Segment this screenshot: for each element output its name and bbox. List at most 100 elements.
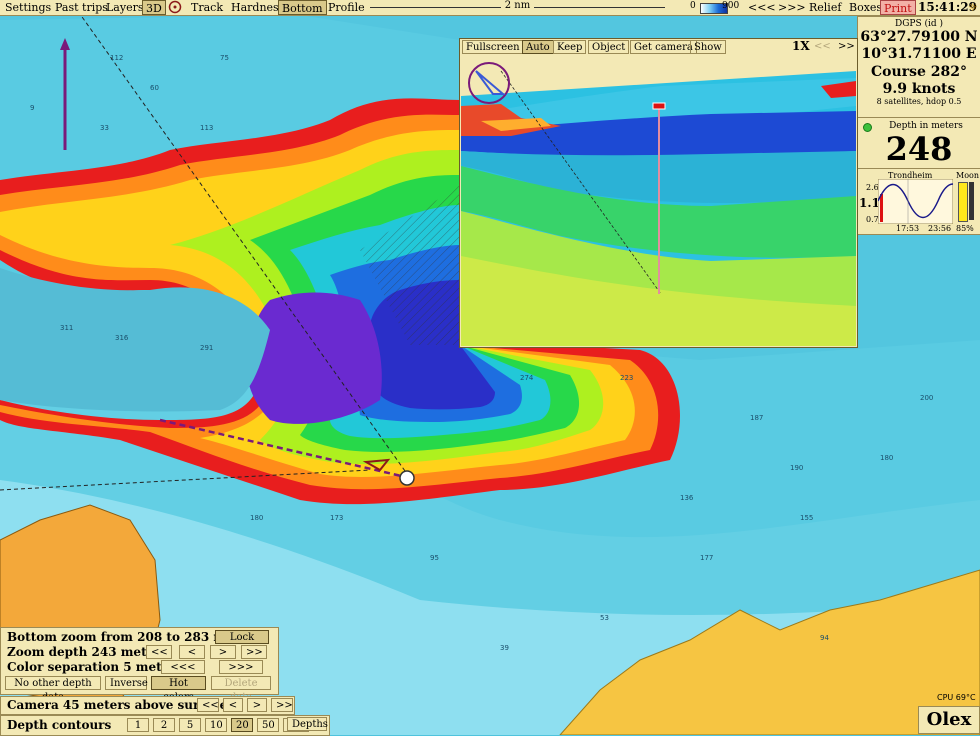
next-button[interactable]: >>> [775,0,809,15]
olex-logo[interactable]: Olex [918,706,980,734]
svg-text:200: 200 [920,394,933,402]
moon-label: Moon [956,171,979,180]
view3d-scene[interactable] [461,56,856,346]
svg-text:112: 112 [110,54,123,62]
sun-icon: ☼ [968,1,978,14]
gps-course: Course 282° [871,64,967,80]
svg-text:136: 136 [680,494,694,502]
tide-max: 2.6 [866,183,879,192]
view3d-window[interactable]: Fullscreen Auto Keep Object Get camera S… [459,38,858,348]
gps-panel: DGPS (id ) 63°27.79100 N 10°31.71100 E C… [857,16,980,118]
camera-fast-up[interactable]: >> [271,698,293,712]
prev-button[interactable]: <<< [745,0,779,15]
color-sep-more[interactable]: >>> [219,660,263,674]
contour-1[interactable]: 1 [127,718,149,732]
color-sep-text: Color separation 5 meters [7,660,183,674]
contour-10[interactable]: 10 [205,718,227,732]
svg-text:311: 311 [60,324,73,332]
scale-bar: 2 nm [370,0,665,15]
contour-50[interactable]: 50 [257,718,279,732]
svg-text:223: 223 [620,374,633,382]
svg-text:316: 316 [115,334,129,342]
depth-min: 0 [690,1,696,11]
depths-button[interactable]: Depths [287,717,328,731]
scale-label: 2 nm [500,0,535,11]
top-toolbar: Settings Past trips Layers 3D Track Hard… [0,0,980,16]
svg-text:113: 113 [200,124,213,132]
moon-phase-icon [969,182,974,220]
contour-5[interactable]: 5 [179,718,201,732]
zoom-depth-fast-up[interactable]: >> [241,645,267,659]
svg-text:39: 39 [500,644,509,652]
zoom-depth-fast-down[interactable]: << [146,645,172,659]
object-button[interactable]: Object [588,40,630,54]
inverse-button[interactable]: Inverse [105,676,148,690]
relief-button[interactable]: Relief [806,0,844,15]
mode-3d-button[interactable]: 3D [142,0,166,15]
gps-satellites: 8 satellites, hdop 0.5 [876,97,962,106]
bottom-zoom-panel: Bottom zoom from 208 to 283 meters Lock … [0,627,279,703]
cpu-temp: CPU 69°C [937,693,976,702]
track-button[interactable]: Track [188,0,226,15]
print-button[interactable]: Print [880,0,916,15]
profile-button[interactable]: Profile [325,0,368,15]
view-forward-button[interactable]: >> [838,41,855,52]
svg-text:187: 187 [750,414,763,422]
depth-range-bar[interactable]: 0 900 [690,1,740,14]
depth-panel: Depth in meters 248 [857,117,980,169]
camera-down[interactable]: < [223,698,243,712]
contour-2[interactable]: 2 [153,718,175,732]
svg-text:60: 60 [150,84,159,92]
svg-text:95: 95 [430,554,439,562]
tide-time2: 23:56 [928,224,952,233]
tide-time1: 17:53 [896,224,920,233]
color-sep-less[interactable]: <<< [161,660,205,674]
camera-up[interactable]: > [247,698,267,712]
keep-button[interactable]: Keep [553,40,587,54]
depth-contours-label: Depth contours [7,718,112,732]
svg-text:190: 190 [790,464,803,472]
contour-20[interactable]: 20 [231,718,253,732]
view-back-button[interactable]: << [814,41,831,52]
svg-text:155: 155 [800,514,813,522]
gps-lon: 10°31.71100 E [861,46,977,62]
svg-text:274: 274 [520,374,534,382]
svg-text:291: 291 [200,344,213,352]
svg-text:75: 75 [220,54,229,62]
zoom-label: 1X [792,39,810,53]
get-camera-button[interactable]: Get camera [630,40,697,54]
depth-max: 900 [722,1,740,11]
layers-button[interactable]: Layers [103,0,147,15]
camera-fast-down[interactable]: << [197,698,219,712]
gps-speed: 9.9 knots [882,81,956,97]
svg-text:53: 53 [600,614,609,622]
tide-min: 0.7 [866,215,879,224]
tide-current: 1.1 [859,196,880,210]
svg-text:9: 9 [30,104,34,112]
fullscreen-button[interactable]: Fullscreen [462,40,524,54]
camera-panel: Camera 45 meters above surface << < > >> [0,696,295,715]
svg-text:180: 180 [250,514,263,522]
depth-value: 248 [885,130,953,168]
hot-colors-button[interactable]: Hot colors [151,676,206,703]
svg-text:173: 173 [330,514,343,522]
bottom-button[interactable]: Bottom [278,0,327,15]
svg-text:94: 94 [820,634,829,642]
moon-pct: 85% [956,224,974,233]
zoom-depth-up[interactable]: > [210,645,236,659]
show-button[interactable]: Show [690,40,726,54]
no-other-depth-button[interactable]: No other depth data [5,676,101,703]
gps-lat: 63°27.79100 N [860,29,978,45]
position-marker-icon [399,470,415,486]
svg-text:33: 33 [100,124,109,132]
delete-data-button[interactable]: Delete data [211,676,271,703]
compass-icon[interactable] [165,0,183,15]
auto-button[interactable]: Auto [522,40,554,54]
depth-contours-panel: Depth contours 1 2 5 10 20 50 100 [0,715,330,736]
svg-text:180: 180 [880,454,893,462]
settings-button[interactable]: Settings [2,0,54,15]
lock-button[interactable]: Lock [215,630,269,644]
svg-text:177: 177 [700,554,713,562]
gps-source: DGPS (id ) [894,19,943,29]
zoom-depth-down[interactable]: < [179,645,205,659]
